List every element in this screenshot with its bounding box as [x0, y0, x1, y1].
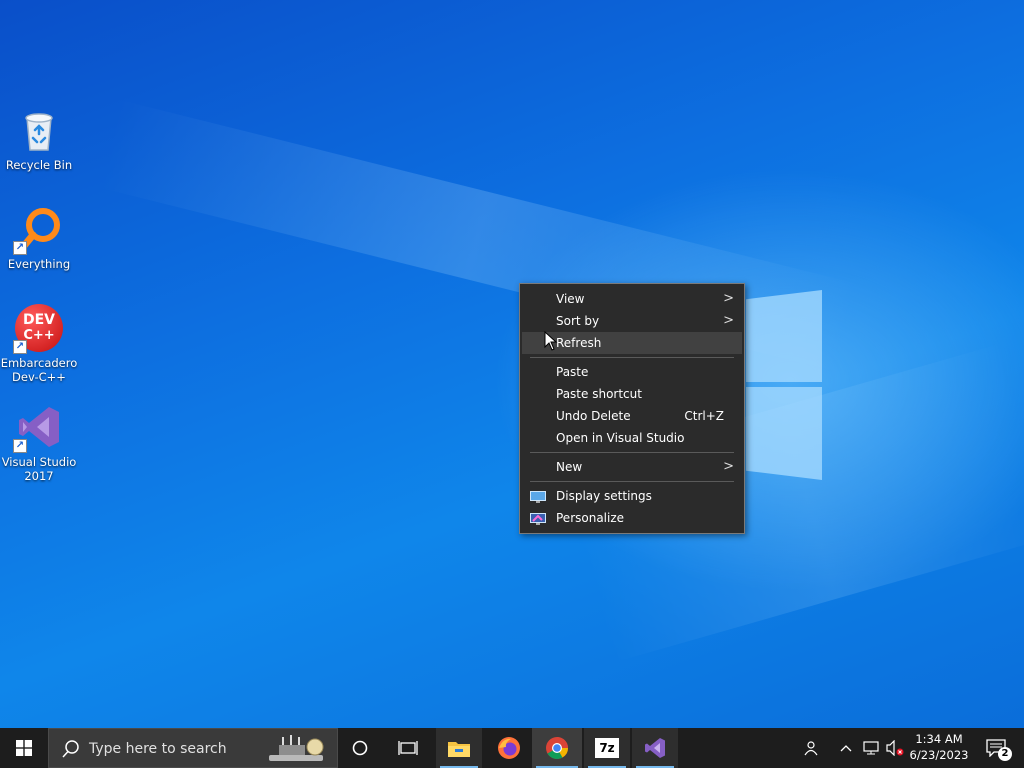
taskbar-app-7zip[interactable]: 7z [584, 728, 630, 768]
shortcut-arrow-icon: ↗ [13, 340, 27, 354]
search-highlight-illustration-icon [265, 733, 329, 765]
desktop-icon-visual-studio[interactable]: ↗ Visual Studio 2017 [0, 403, 78, 483]
firefox-icon [498, 737, 520, 759]
desktop-icon-devcpp[interactable]: DEV C++ ↗ Embarcadero Dev-C++ [0, 304, 78, 384]
menu-item-personalize[interactable]: Personalize [522, 507, 742, 529]
chrome-icon [546, 737, 568, 759]
taskbar-app-file-explorer[interactable] [436, 728, 482, 768]
menu-item-shortcut: Ctrl+Z [684, 409, 724, 423]
taskbar: Type here to search 7z 1:34 AM 6/23/2023… [0, 728, 1024, 768]
desktop-icon-label-line: 2017 [24, 469, 54, 483]
menu-item-view[interactable]: View > [522, 288, 742, 310]
menu-item-label: Personalize [556, 511, 625, 525]
desktop-icon-everything[interactable]: ↗ Everything [0, 205, 78, 271]
taskbar-app-visual-studio[interactable] [632, 728, 678, 768]
personalize-icon [530, 511, 546, 525]
people-button[interactable] [798, 728, 824, 768]
menu-item-label: Display settings [556, 489, 652, 503]
menu-item-display-settings[interactable]: Display settings [522, 485, 742, 507]
menu-separator [530, 357, 734, 358]
taskbar-app-firefox[interactable] [486, 728, 532, 768]
desktop-icon-label-line: Embarcadero [0, 356, 78, 370]
menu-separator [530, 481, 734, 482]
devcpp-icon: DEV C++ ↗ [13, 304, 63, 354]
submenu-arrow-icon: > [723, 459, 734, 474]
display-settings-icon [530, 489, 546, 503]
devcpp-badge-text: C++ [23, 328, 55, 343]
desktop-icon-recycle-bin[interactable]: Recycle Bin [0, 106, 78, 172]
menu-item-label: Undo Delete [556, 409, 631, 423]
taskbar-app-chrome[interactable] [532, 728, 582, 768]
chevron-up-icon [840, 745, 852, 752]
menu-separator [530, 452, 734, 453]
volume-button[interactable] [884, 728, 906, 768]
clock-date: 6/23/2023 [909, 748, 969, 762]
people-icon [804, 741, 818, 756]
desktop-icon-label-line: Dev-C++ [12, 370, 66, 384]
network-button[interactable] [860, 728, 882, 768]
shortcut-arrow-icon: ↗ [13, 439, 27, 453]
desktop-icon-label-line: Visual Studio [1, 455, 77, 469]
devcpp-badge-text: DEV [22, 312, 56, 328]
volume-muted-icon [886, 740, 904, 756]
menu-item-label: New [556, 460, 583, 474]
menu-item-label: Refresh [556, 336, 602, 350]
notification-count-badge: 2 [998, 747, 1012, 761]
search-placeholder: Type here to search [89, 741, 227, 757]
menu-item-label: Sort by [556, 314, 600, 328]
shortcut-arrow-icon: ↗ [13, 241, 27, 255]
cortana-circle-icon [352, 740, 368, 756]
action-center-button[interactable]: 2 [976, 728, 1016, 768]
menu-item-label: Paste shortcut [556, 387, 642, 401]
submenu-arrow-icon: > [723, 291, 734, 306]
desktop-context-menu: View > Sort by > Refresh Paste Paste sho… [519, 283, 745, 534]
search-icon [61, 739, 81, 759]
7zip-icon-label: 7z [599, 741, 615, 755]
clock-time: 1:34 AM [915, 732, 963, 746]
desktop-icon-label: Embarcadero Dev-C++ [0, 356, 78, 384]
visual-studio-icon [645, 738, 665, 758]
windows-start-icon [16, 740, 32, 756]
menu-item-undo-delete[interactable]: Undo Delete Ctrl+Z [522, 405, 742, 427]
submenu-arrow-icon: > [723, 313, 734, 328]
menu-item-paste[interactable]: Paste [522, 361, 742, 383]
show-hidden-icons-button[interactable] [836, 728, 856, 768]
menu-item-open-in-visual-studio[interactable]: Open in Visual Studio [522, 427, 742, 449]
desktop-icon-label: Everything [7, 257, 71, 271]
network-icon [863, 741, 879, 755]
cortana-button[interactable] [340, 728, 380, 768]
menu-item-label: Paste [556, 365, 589, 379]
task-view-icon [398, 741, 418, 755]
recycle-bin-icon [15, 106, 63, 154]
taskbar-search-box[interactable]: Type here to search [48, 728, 338, 768]
mouse-cursor-icon [544, 330, 558, 351]
menu-item-sort-by[interactable]: Sort by > [522, 310, 742, 332]
start-button[interactable] [0, 728, 48, 768]
clock[interactable]: 1:34 AM 6/23/2023 [906, 728, 972, 768]
desktop-icon-label: Recycle Bin [5, 158, 73, 172]
file-explorer-icon [448, 742, 470, 757]
menu-item-new[interactable]: New > [522, 456, 742, 478]
7zip-icon: 7z [595, 738, 619, 758]
task-view-button[interactable] [386, 728, 430, 768]
visual-studio-icon: ↗ [13, 403, 63, 453]
everything-search-icon: ↗ [13, 205, 63, 255]
desktop-icon-label: Visual Studio 2017 [0, 455, 78, 483]
menu-item-label: Open in Visual Studio [556, 431, 685, 445]
menu-item-label: View [556, 292, 585, 306]
menu-item-paste-shortcut[interactable]: Paste shortcut [522, 383, 742, 405]
